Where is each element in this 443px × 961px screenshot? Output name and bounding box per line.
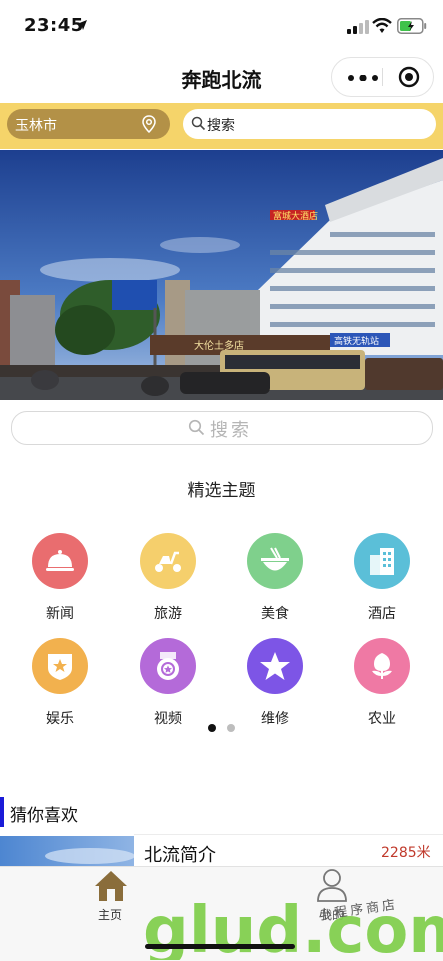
topic-icon-bg [140, 638, 196, 694]
status-time: 23:45 [24, 15, 84, 36]
topic-icon-bg [354, 533, 410, 589]
city-label: 玉林市 [15, 118, 57, 134]
topic-label: 娱乐 [46, 711, 74, 727]
topic-agriculture[interactable]: 农业 [337, 638, 427, 728]
watermark-logo: glud.com [143, 894, 443, 960]
search-icon [191, 116, 206, 131]
main-search-box[interactable]: 搜索 [11, 411, 433, 445]
topic-news[interactable]: 新闻 [15, 533, 105, 623]
main-search-placeholder: 搜索 [210, 420, 252, 441]
bowl-icon [261, 547, 289, 571]
cellular-signal-icon [347, 20, 369, 34]
topic-label: 旅游 [154, 606, 182, 622]
topic-hotel[interactable]: 酒店 [337, 533, 427, 623]
banner-image[interactable]: 富城大酒店 高铁无轨站 大伦土多店 [0, 150, 443, 400]
scooter-icon [155, 551, 181, 572]
search-icon [188, 419, 205, 436]
list-item-distance: 2285米 [381, 845, 431, 861]
topic-label: 酒店 [368, 606, 396, 622]
divider [134, 834, 443, 835]
page-dot-active[interactable] [208, 724, 216, 732]
star-icon [260, 652, 290, 680]
wifi-icon [372, 18, 392, 33]
topic-icon-bg [32, 638, 88, 694]
topic-icon-bg [247, 638, 303, 694]
location-arrow-icon [77, 20, 87, 30]
topic-label: 维修 [261, 711, 289, 727]
watermark-text: glud.com [143, 894, 443, 960]
topic-travel[interactable]: 旅游 [123, 533, 213, 623]
status-bar: 23:45 [0, 0, 443, 54]
topic-label: 农业 [368, 711, 396, 727]
cloche-icon [46, 550, 74, 571]
topic-food[interactable]: 美食 [230, 533, 320, 623]
miniprogram-capsule [331, 57, 434, 97]
topic-label: 视频 [154, 711, 182, 727]
flower-icon [372, 653, 392, 679]
guess-title: 猜你喜欢 [10, 806, 78, 826]
building-icon [370, 548, 394, 575]
location-pin-icon[interactable] [141, 115, 157, 133]
street-scene-image: 富城大酒店 高铁无轨站 大伦土多店 [0, 150, 443, 400]
side-sign-text: 高铁无轨站 [334, 335, 379, 347]
tab-home-label[interactable]: 主页 [98, 906, 122, 923]
top-search-box[interactable]: 搜索 [183, 109, 436, 139]
topic-icon-bg [140, 533, 196, 589]
featured-title: 精选主题 [187, 481, 256, 501]
page-dot[interactable] [227, 724, 235, 732]
list-item-thumbnail[interactable] [0, 836, 134, 866]
topic-repair[interactable]: 维修 [230, 638, 320, 728]
topic-label: 美食 [261, 606, 289, 622]
building-sign-text: 富城大酒店 [273, 210, 318, 222]
section-marker [0, 797, 4, 827]
capsule-divider [382, 68, 383, 86]
topic-icon-bg [354, 638, 410, 694]
battery-icon [397, 18, 427, 34]
thumbnail-image [0, 836, 134, 866]
topic-icon-bg [32, 533, 88, 589]
close-miniprogram-icon[interactable] [398, 66, 420, 88]
topic-entertainment[interactable]: 娱乐 [15, 638, 105, 728]
topic-label: 新闻 [46, 606, 74, 622]
badge-icon [48, 654, 72, 680]
more-icon[interactable] [346, 75, 380, 81]
topic-video[interactable]: 视频 [123, 638, 213, 728]
top-search-text: 搜索 [207, 118, 235, 134]
home-icon[interactable] [93, 869, 129, 903]
medal-icon [157, 652, 179, 680]
home-indicator [145, 944, 295, 949]
topic-icon-bg [247, 533, 303, 589]
list-item-title[interactable]: 北流简介 [144, 841, 216, 867]
